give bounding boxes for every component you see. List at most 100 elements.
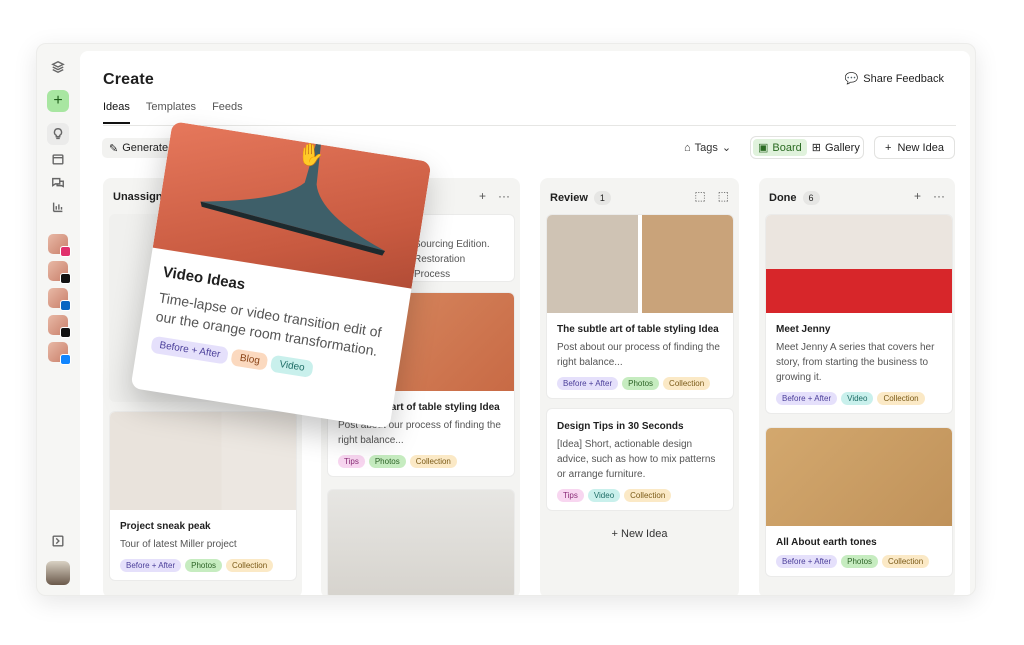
- column-title: Review: [550, 192, 588, 204]
- card-image: [110, 412, 296, 510]
- column-actions: ⬚ ⬚: [694, 189, 729, 203]
- plus-icon: +: [885, 141, 892, 154]
- tag-pill[interactable]: Collection: [226, 559, 274, 572]
- new-idea-button[interactable]: + New Idea: [874, 136, 955, 159]
- more-options-icon[interactable]: ···: [498, 189, 510, 203]
- tag-pill[interactable]: Blog: [230, 348, 269, 371]
- x-account-avatar[interactable]: [48, 315, 71, 338]
- card-body: Tour of latest Miller project: [120, 539, 237, 550]
- tag-pill[interactable]: Tips: [557, 489, 584, 502]
- tag-pill[interactable]: Before + After: [150, 335, 230, 365]
- gallery-label: Gallery: [824, 141, 860, 154]
- tag-pill[interactable]: Photos: [841, 555, 879, 568]
- idea-card-design-tips[interactable]: Design Tips in 30 Seconds [Idea] Short, …: [546, 408, 734, 511]
- tag-pill[interactable]: Collection: [409, 455, 457, 468]
- idea-card-jenny[interactable]: Meet Jenny Meet Jenny A series that cove…: [765, 214, 953, 414]
- tag-pill[interactable]: Photos: [185, 559, 223, 572]
- idea-card-review-table[interactable]: The subtle art of table styling Idea Pos…: [546, 214, 734, 399]
- threads-account-avatar[interactable]: [48, 261, 71, 284]
- bluesky-account-avatar[interactable]: [48, 342, 71, 365]
- idea-card-project[interactable]: Project sneak peak Tour of latest Miller…: [109, 411, 297, 581]
- create-plus-button[interactable]: +: [47, 90, 69, 112]
- card-body: [Idea] Short, actionable design advice, …: [557, 439, 716, 480]
- new-idea-label: New Idea: [621, 528, 668, 540]
- new-idea-label: New Idea: [897, 141, 944, 154]
- logo-icon[interactable]: [47, 56, 69, 78]
- tag-pill[interactable]: Collection: [882, 555, 930, 568]
- analytics-icon[interactable]: [47, 196, 69, 218]
- tab-bar: Ideas Templates Feeds: [103, 101, 243, 124]
- card-title: Meet Jenny: [776, 324, 831, 335]
- column-review: Review 1 ⬚ ⬚ The subtle art of table sty…: [540, 178, 739, 595]
- column-title: Done: [769, 192, 797, 204]
- tag-pill[interactable]: Before + After: [776, 392, 838, 405]
- tag-pill[interactable]: Video: [587, 489, 621, 502]
- user-avatar[interactable]: [46, 561, 70, 585]
- share-feedback-label: Share Feedback: [863, 72, 944, 85]
- card-image: [766, 428, 952, 526]
- card-title: The subtle art of table styling Idea: [557, 324, 719, 335]
- page-title: Create: [103, 71, 155, 88]
- column-count-badge: 6: [802, 191, 820, 205]
- column-done: Done 6 + ··· Meet Jenny Meet Jenny A ser…: [759, 178, 955, 595]
- tab-templates[interactable]: Templates: [146, 101, 196, 124]
- tag-pill[interactable]: Tips: [338, 455, 365, 468]
- tag-pill[interactable]: Video: [270, 354, 314, 378]
- board-view-button[interactable]: ▣ Board: [753, 139, 807, 156]
- select-icon[interactable]: ⬚: [694, 189, 705, 203]
- dragged-idea-card[interactable]: Video Ideas Time-lapse or video transiti…: [130, 121, 432, 429]
- tag-pill[interactable]: Before + After: [120, 559, 182, 572]
- card-image: [766, 215, 952, 313]
- tag-pill[interactable]: Collection: [624, 489, 672, 502]
- column-header: Review 1: [550, 191, 611, 205]
- tag-pill[interactable]: Photos: [622, 377, 660, 390]
- left-rail: +: [37, 44, 80, 595]
- tab-ideas[interactable]: Ideas: [103, 101, 130, 124]
- column-count-badge: 1: [593, 191, 611, 205]
- tag-pill[interactable]: Video: [841, 392, 874, 405]
- idea-card-earth-tones[interactable]: All About earth tones Before + After Pho…: [765, 427, 953, 577]
- grab-cursor-icon: ✋: [297, 142, 325, 167]
- tags-label: Tags: [694, 141, 718, 154]
- tag-pill[interactable]: Before + After: [557, 377, 619, 390]
- card-title: Design Tips in 30 Seconds: [557, 421, 684, 432]
- board-label: Board: [772, 141, 802, 154]
- board-icon: ▣: [758, 142, 769, 154]
- tag-icon: ⌂: [684, 141, 691, 154]
- comments-icon[interactable]: [47, 172, 69, 194]
- magic-wand-icon: ✎: [109, 142, 119, 155]
- column-new-idea-button[interactable]: + New Idea: [540, 528, 739, 540]
- gallery-icon: ⊞: [811, 142, 821, 154]
- tag-pill[interactable]: Collection: [877, 392, 925, 405]
- tab-feeds[interactable]: Feeds: [212, 101, 243, 124]
- card-title: All About earth tones: [776, 537, 877, 548]
- tag-pill[interactable]: Collection: [663, 377, 711, 390]
- card-body: Meet Jenny A series that covers her stor…: [776, 342, 935, 383]
- add-card-icon[interactable]: +: [914, 189, 921, 203]
- card-title: Project sneak peak: [120, 521, 211, 532]
- ideas-bulb-icon[interactable]: [47, 123, 69, 145]
- chevron-down-icon: ⌄: [721, 142, 732, 154]
- select-icon[interactable]: ⬚: [718, 189, 729, 203]
- column-header: Done 6: [769, 191, 820, 205]
- tag-pill[interactable]: Before + After: [776, 555, 838, 568]
- collapse-sidebar-icon[interactable]: [47, 530, 69, 552]
- add-card-icon[interactable]: +: [479, 189, 486, 203]
- linkedin-account-avatar[interactable]: [48, 288, 71, 311]
- view-switcher: ▣ Board ⊞ Gallery: [750, 136, 864, 159]
- gallery-view-button[interactable]: ⊞ Gallery: [807, 139, 865, 156]
- instagram-account-avatar[interactable]: [48, 234, 71, 257]
- share-feedback-button[interactable]: 💬 Share Feedback: [844, 72, 944, 86]
- tag-pill[interactable]: Photos: [368, 455, 406, 468]
- column-actions: + ···: [914, 189, 945, 203]
- idea-card-fruit-bowl[interactable]: [327, 489, 515, 595]
- divider: [103, 125, 956, 126]
- plus-icon: +: [611, 528, 621, 540]
- tags-filter[interactable]: ⌂ Tags ⌄: [684, 141, 732, 155]
- column-actions: + ···: [479, 189, 510, 203]
- more-options-icon[interactable]: ···: [933, 189, 945, 203]
- card-image: [547, 215, 733, 313]
- calendar-icon[interactable]: [47, 148, 69, 170]
- card-body: Post about our process of finding the ri…: [557, 342, 720, 368]
- feedback-icon: 💬: [844, 73, 859, 85]
